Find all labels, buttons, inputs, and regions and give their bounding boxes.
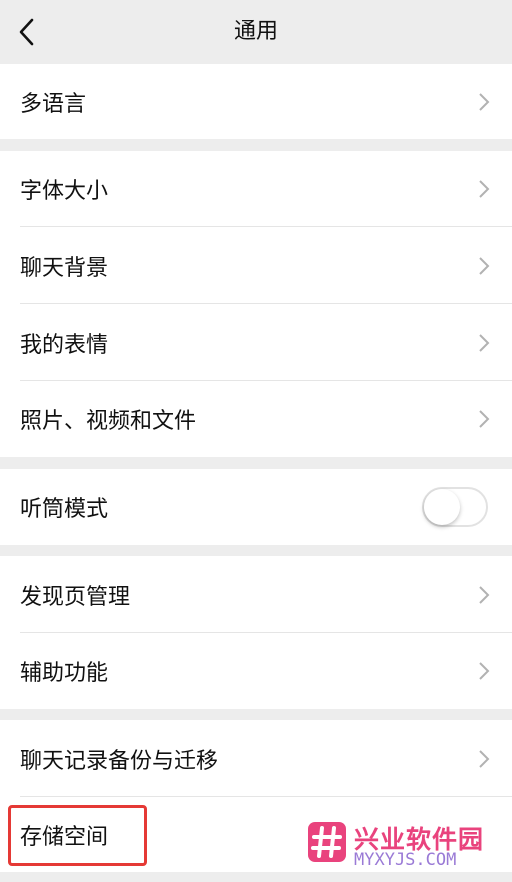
chevron-right-icon <box>479 180 490 198</box>
settings-group-earpiece: 听筒模式 <box>0 469 512 545</box>
watermark: 兴业软件园 MYXYJS.COM <box>308 820 504 870</box>
item-label: 照片、视频和文件 <box>20 409 197 434</box>
hash-logo-icon <box>308 822 346 862</box>
settings-item-language[interactable]: 多语言 <box>0 64 512 139</box>
settings-group-features: 发现页管理 辅助功能 <box>0 556 512 709</box>
watermark-domain: MYXYJS.COM <box>354 850 457 870</box>
settings-item-discover-management[interactable]: 发现页管理 <box>0 556 512 633</box>
chevron-right-icon <box>479 333 490 352</box>
settings-item-my-stickers[interactable]: 我的表情 <box>0 304 512 381</box>
item-label: 聊天记录备份与迁移 <box>20 748 219 774</box>
chevron-right-icon <box>479 256 490 275</box>
item-label: 发现页管理 <box>20 584 131 610</box>
highlight-box <box>8 805 147 866</box>
toggle-knob <box>424 489 460 525</box>
settings-item-earpiece-mode: 听筒模式 <box>0 469 512 545</box>
settings-item-photos-videos-files[interactable]: 照片、视频和文件 <box>0 381 512 457</box>
settings-item-chat-backup-migration[interactable]: 聊天记录备份与迁移 <box>0 720 512 797</box>
item-label: 听筒模式 <box>20 497 109 522</box>
chevron-right-icon <box>479 585 490 604</box>
earpiece-mode-toggle[interactable] <box>422 487 488 527</box>
settings-item-accessibility[interactable]: 辅助功能 <box>0 633 512 709</box>
item-label: 我的表情 <box>20 332 109 358</box>
item-label: 多语言 <box>20 91 87 117</box>
chevron-right-icon <box>479 749 490 768</box>
page-title: 通用 <box>233 19 278 44</box>
chevron-right-icon <box>479 410 490 428</box>
item-label: 字体大小 <box>20 179 109 204</box>
chevron-right-icon <box>479 662 490 680</box>
chevron-right-icon <box>479 92 490 111</box>
item-label: 聊天背景 <box>20 255 109 281</box>
settings-group-display: 字体大小 聊天背景 我的表情 照片、视频和文件 <box>0 151 512 457</box>
item-label: 辅助功能 <box>20 661 109 686</box>
navigation-bar: 通用 <box>0 0 512 64</box>
settings-group-language: 多语言 <box>0 64 512 139</box>
settings-item-chat-background[interactable]: 聊天背景 <box>0 227 512 304</box>
settings-item-font-size[interactable]: 字体大小 <box>0 151 512 227</box>
